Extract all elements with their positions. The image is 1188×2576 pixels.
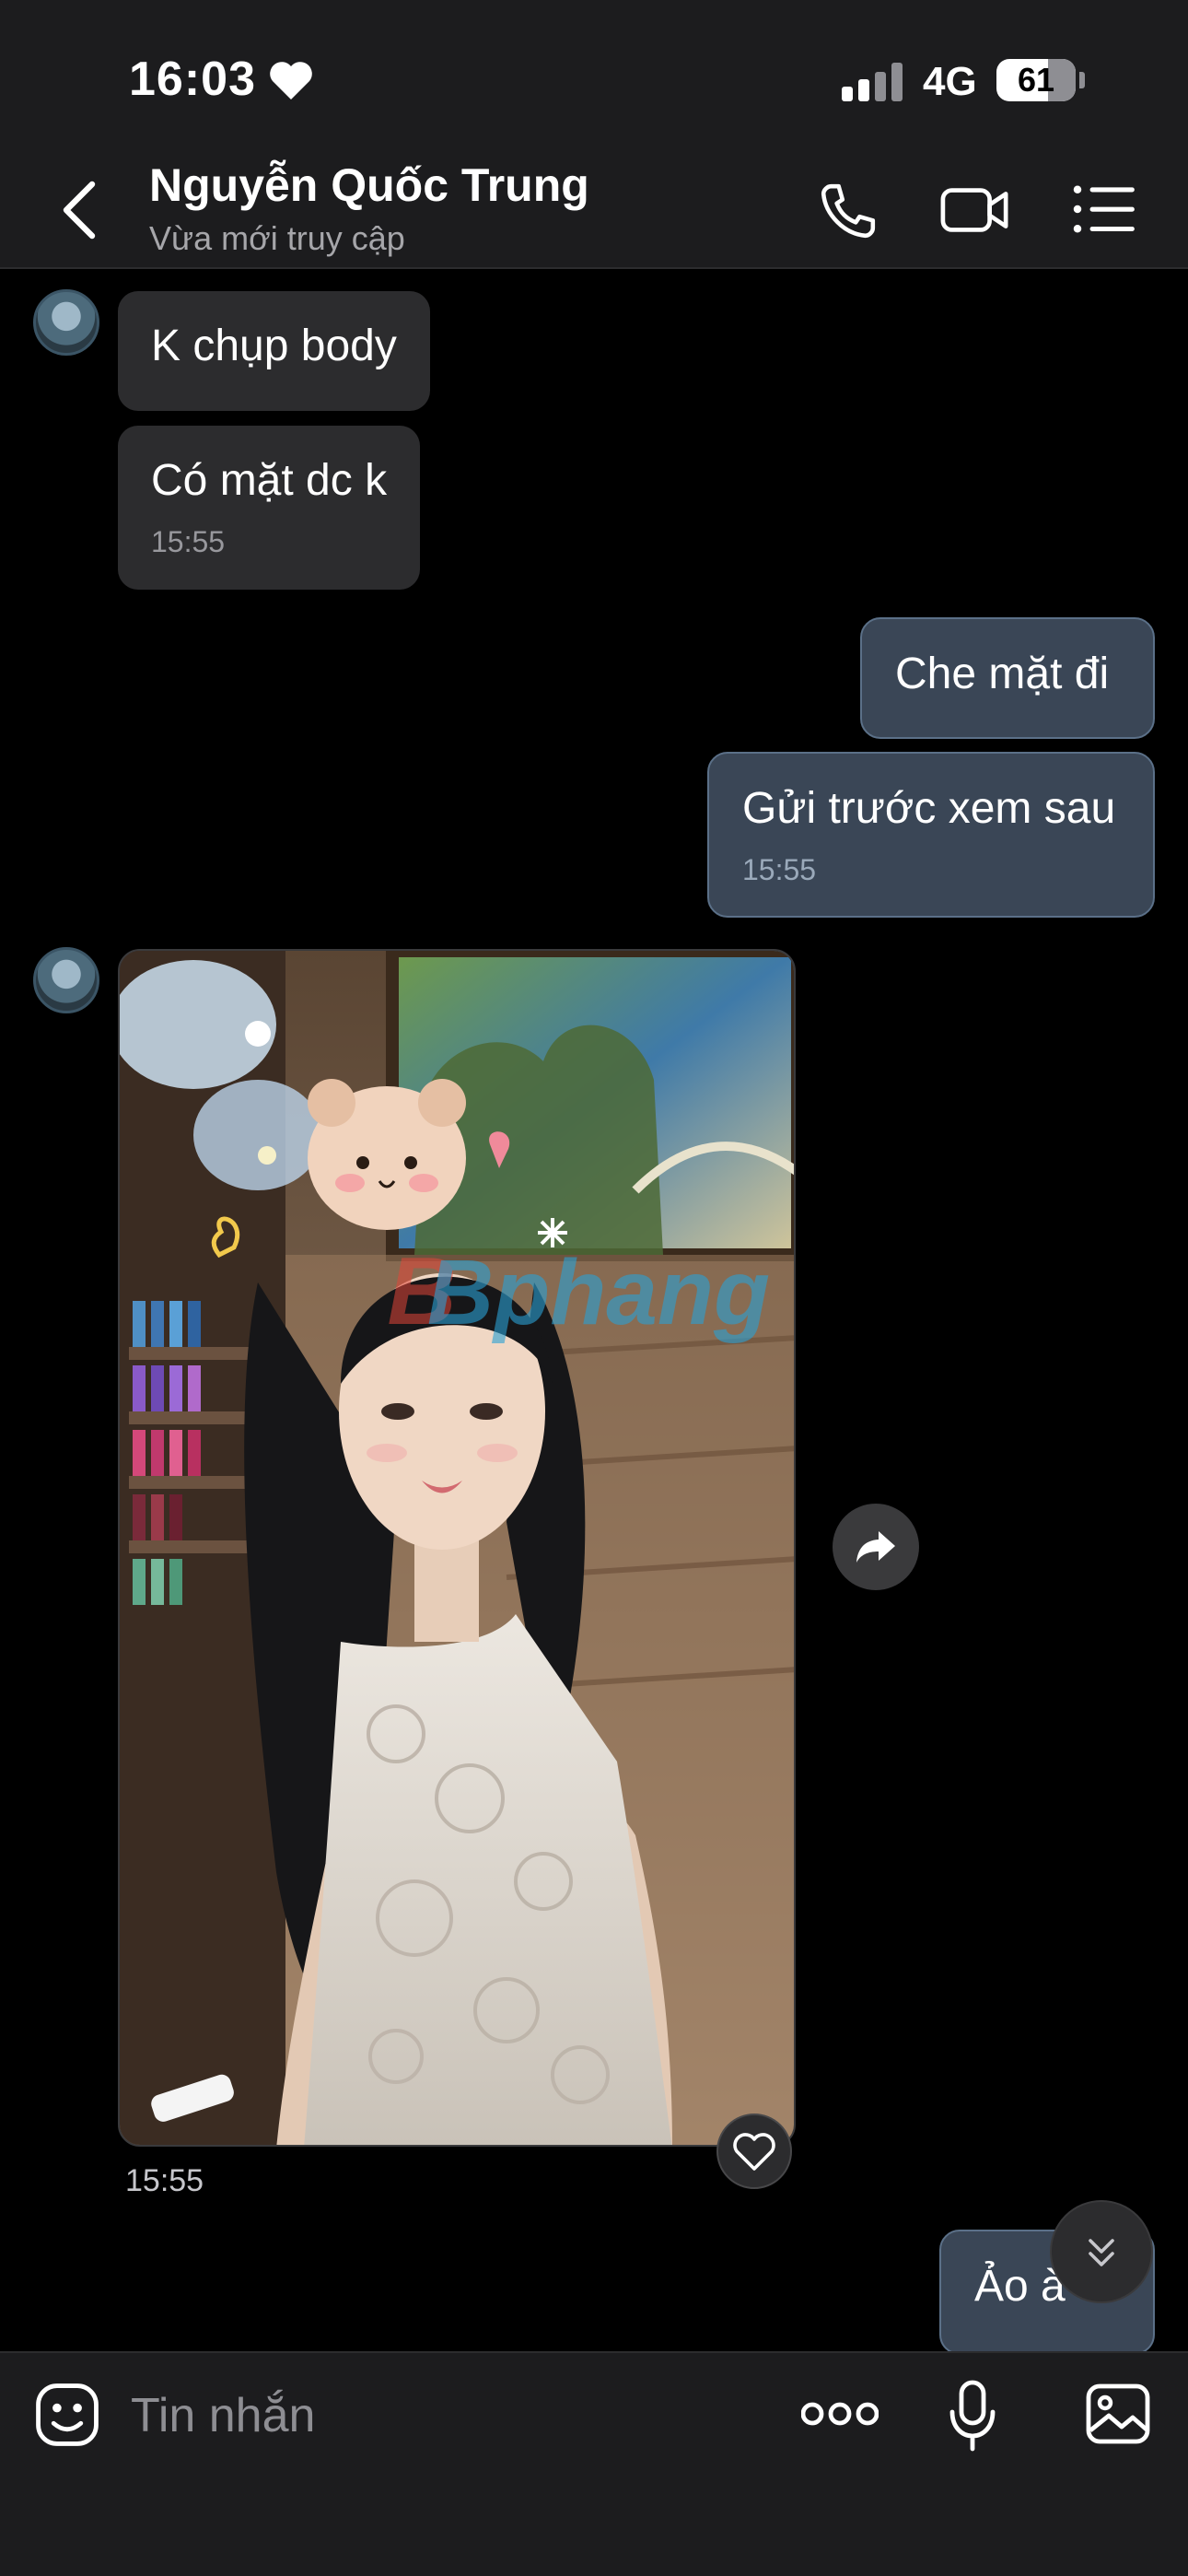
image-icon[interactable]: [1085, 2383, 1151, 2445]
video-camera-icon[interactable]: [939, 182, 1011, 238]
message-bubble[interactable]: Che mặt đi: [860, 617, 1155, 739]
battery-indicator: 61: [996, 59, 1076, 101]
composer-bar: [0, 2351, 1188, 2576]
network-type: 4G: [923, 59, 977, 104]
avatar[interactable]: [33, 289, 99, 356]
microphone-icon[interactable]: [949, 2379, 996, 2453]
photo-watermark: Bphang: [427, 1241, 770, 1344]
share-button[interactable]: [833, 1504, 919, 1590]
message-bubble[interactable]: K chụp body: [118, 291, 430, 411]
chevron-double-down-icon: [1089, 2239, 1114, 2266]
message-time: 15:55: [742, 853, 817, 886]
scroll-down-button[interactable]: [1050, 2200, 1153, 2303]
more-dots-icon[interactable]: [801, 2399, 879, 2429]
message-text: Có mặt dc k: [151, 456, 388, 505]
top-bar: 16:03 4G 61 Nguyễn Quốc Trung Vừa mới tr…: [0, 0, 1188, 269]
emoji-icon[interactable]: [33, 2381, 101, 2449]
message-bubble[interactable]: Có mặt dc k 15:55: [118, 426, 421, 590]
message-text: Gửi trước xem sau: [742, 784, 1116, 833]
battery-level: 61: [1017, 61, 1055, 99]
signal-icon: [842, 63, 903, 101]
message-time: 15:55: [151, 525, 226, 558]
like-button[interactable]: [716, 2113, 792, 2189]
photo-image: B Bphang: [120, 951, 794, 2145]
photo-message[interactable]: B Bphang: [118, 949, 796, 2147]
avatar[interactable]: [33, 947, 99, 1013]
message-bubble[interactable]: Gửi trước xem sau 15:55: [707, 752, 1155, 918]
battery-nub: [1079, 72, 1085, 88]
contact-status: Vừa mới truy cập: [149, 219, 405, 257]
share-arrow-icon: [856, 1531, 895, 1563]
list-menu-icon[interactable]: [1072, 182, 1136, 236]
message-text: Che mặt đi: [895, 650, 1110, 698]
contact-name[interactable]: Nguyễn Quốc Trung: [149, 158, 589, 212]
status-bar: 16:03 4G 61: [0, 0, 1188, 147]
message-input[interactable]: [131, 2377, 775, 2454]
phone-icon[interactable]: [818, 181, 879, 241]
message-time: 15:55: [125, 2163, 204, 2198]
status-time: 16:03: [129, 53, 256, 106]
heart-icon: [733, 2133, 775, 2171]
message-text: K chụp body: [151, 322, 397, 370]
heart-icon: [270, 62, 312, 100]
chevron-left-icon[interactable]: [61, 181, 98, 240]
